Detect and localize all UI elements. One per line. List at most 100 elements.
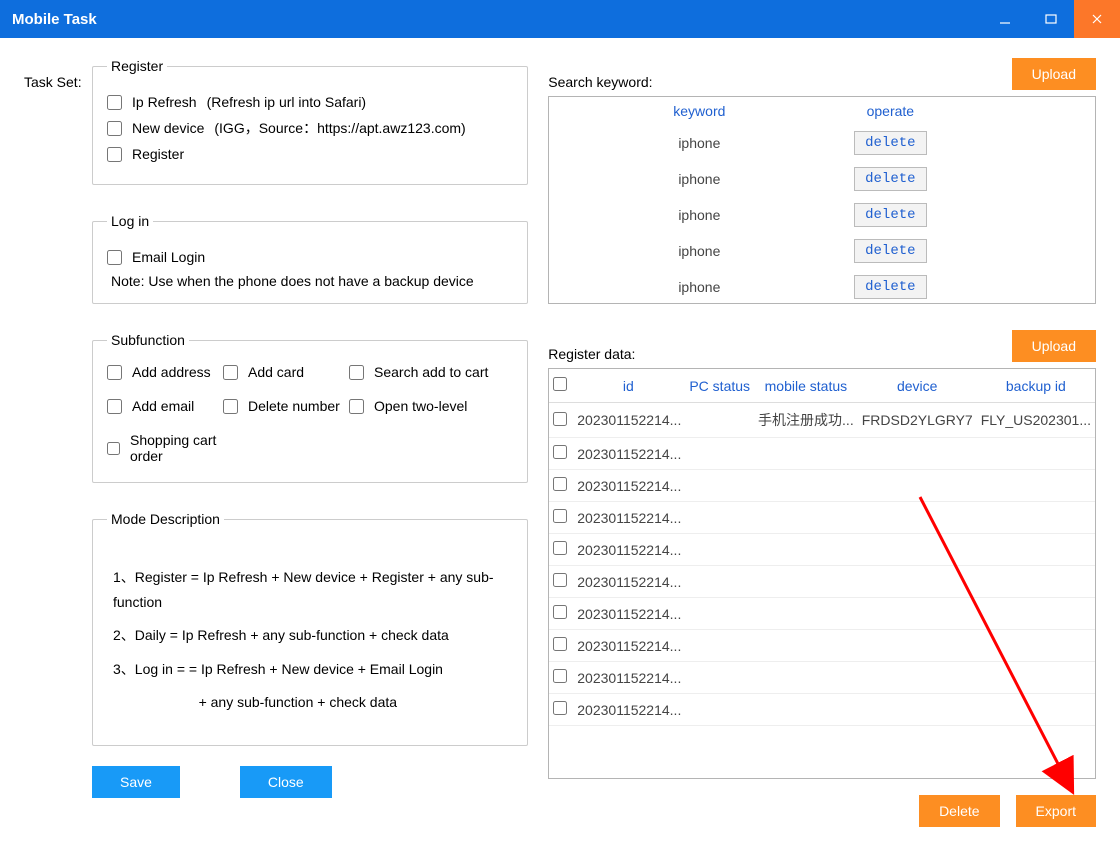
keyword-row: iphonedelete — [549, 233, 1095, 269]
maximize-button[interactable] — [1028, 0, 1074, 38]
add-address-checkbox[interactable] — [107, 365, 122, 380]
row-checkbox[interactable] — [553, 445, 567, 459]
add-email-label: Add email — [132, 398, 194, 414]
cell-pc — [685, 694, 754, 726]
search-add-checkbox[interactable] — [349, 365, 364, 380]
register-row: 202301152214... — [549, 470, 1095, 502]
search-keyword-label: Search keyword: — [548, 74, 652, 90]
delete-number-checkbox[interactable] — [223, 399, 238, 414]
th-mobile: mobile status — [754, 369, 858, 403]
cell-device — [858, 470, 977, 502]
keyword-cell: iphone — [549, 125, 849, 161]
cell-id: 202301152214... — [571, 630, 685, 662]
cell-backup — [977, 662, 1095, 694]
open-two-checkbox[interactable] — [349, 399, 364, 414]
upload-register-button[interactable]: Upload — [1012, 330, 1096, 362]
keyword-row: iphonedelete — [549, 197, 1095, 233]
cell-mobile — [754, 598, 858, 630]
save-button[interactable]: Save — [92, 766, 180, 798]
delete-keyword-button[interactable]: delete — [854, 203, 926, 227]
right-column: Search keyword: Upload keyword operate i… — [548, 58, 1096, 827]
keyword-table-container[interactable]: keyword operate iphonedeleteiphonedelete… — [548, 96, 1096, 304]
email-login-checkbox[interactable] — [107, 250, 122, 265]
titlebar: Mobile Task — [0, 0, 1120, 38]
cell-id: 202301152214... — [571, 470, 685, 502]
cell-device — [858, 502, 977, 534]
upload-keyword-button[interactable]: Upload — [1012, 58, 1096, 90]
login-legend: Log in — [107, 213, 153, 229]
cell-device — [858, 598, 977, 630]
th-pc: PC status — [685, 369, 754, 403]
mode-line-2: 2、Daily = Ip Refresh + any sub-function … — [113, 623, 507, 648]
cell-device — [858, 662, 977, 694]
cell-backup: FLY_US202301... — [977, 403, 1095, 438]
ip-refresh-checkbox[interactable] — [107, 95, 122, 110]
login-note: Note: Use when the phone does not have a… — [111, 273, 513, 289]
delete-keyword-button[interactable]: delete — [854, 167, 926, 191]
cell-pc — [685, 598, 754, 630]
new-device-checkbox[interactable] — [107, 121, 122, 136]
cell-pc — [685, 438, 754, 470]
row-checkbox[interactable] — [553, 412, 567, 426]
row-checkbox[interactable] — [553, 701, 567, 715]
delete-keyword-button[interactable]: delete — [854, 131, 926, 155]
cell-id: 202301152214... — [571, 502, 685, 534]
cell-id: 202301152214... — [571, 694, 685, 726]
ip-refresh-hint: (Refresh ip url into Safari) — [207, 94, 367, 110]
row-checkbox[interactable] — [553, 477, 567, 491]
minimize-button[interactable] — [982, 0, 1028, 38]
row-checkbox[interactable] — [553, 637, 567, 651]
new-device-hint: (IGG，Source：https://apt.awz123.com) — [214, 118, 465, 138]
mode-description-group: Mode Description 1、Register = Ip Refresh… — [92, 511, 528, 746]
register-row: 202301152214... — [549, 502, 1095, 534]
email-login-label: Email Login — [132, 249, 205, 265]
mode-line-1: 1、Register = Ip Refresh + New device + R… — [113, 565, 507, 615]
cell-device — [858, 630, 977, 662]
row-checkbox[interactable] — [553, 573, 567, 587]
cell-id: 202301152214... — [571, 662, 685, 694]
cell-pc — [685, 403, 754, 438]
th-device: device — [858, 369, 977, 403]
keyword-row: iphonedelete — [549, 161, 1095, 197]
th-id: id — [571, 369, 685, 403]
register-row: 202301152214... — [549, 694, 1095, 726]
delete-button[interactable]: Delete — [919, 795, 999, 827]
cell-pc — [685, 662, 754, 694]
close-dialog-button[interactable]: Close — [240, 766, 332, 798]
row-checkbox[interactable] — [553, 669, 567, 683]
keyword-table: keyword operate iphonedeleteiphonedelete… — [549, 97, 1095, 304]
cell-pc — [685, 630, 754, 662]
search-add-label: Search add to cart — [374, 364, 488, 380]
delete-keyword-button[interactable]: delete — [854, 239, 926, 263]
export-button[interactable]: Export — [1016, 795, 1096, 827]
cell-device — [858, 438, 977, 470]
shopping-cart-checkbox[interactable] — [107, 441, 120, 456]
cell-device — [858, 566, 977, 598]
keyword-row: iphonedelete — [549, 125, 1095, 161]
register-row: 202301152214... — [549, 566, 1095, 598]
register-group: Register Ip Refresh (Refresh ip url into… — [92, 58, 528, 185]
keyword-header: keyword — [549, 97, 849, 125]
close-button[interactable] — [1074, 0, 1120, 38]
register-checkbox[interactable] — [107, 147, 122, 162]
row-checkbox[interactable] — [553, 509, 567, 523]
select-all-checkbox[interactable] — [553, 377, 567, 391]
cell-device: FRDSD2YLGRY7 — [858, 403, 977, 438]
mode-legend: Mode Description — [107, 511, 224, 527]
delete-keyword-button[interactable]: delete — [854, 275, 926, 299]
cell-id: 202301152214... — [571, 534, 685, 566]
row-checkbox[interactable] — [553, 541, 567, 555]
add-email-checkbox[interactable] — [107, 399, 122, 414]
login-group: Log in Email Login Note: Use when the ph… — [92, 213, 528, 304]
add-card-checkbox[interactable] — [223, 365, 238, 380]
mode-line-3: 3、Log in = = Ip Refresh + New device + E… — [113, 657, 507, 682]
register-table-container[interactable]: id PC status mobile status device backup… — [548, 368, 1096, 779]
register-row: 202301152214... — [549, 630, 1095, 662]
row-checkbox[interactable] — [553, 605, 567, 619]
cell-mobile — [754, 438, 858, 470]
register-table: id PC status mobile status device backup… — [549, 369, 1095, 726]
delete-number-label: Delete number — [248, 398, 340, 414]
cell-mobile — [754, 502, 858, 534]
keyword-cell: iphone — [549, 233, 849, 269]
cell-backup — [977, 438, 1095, 470]
